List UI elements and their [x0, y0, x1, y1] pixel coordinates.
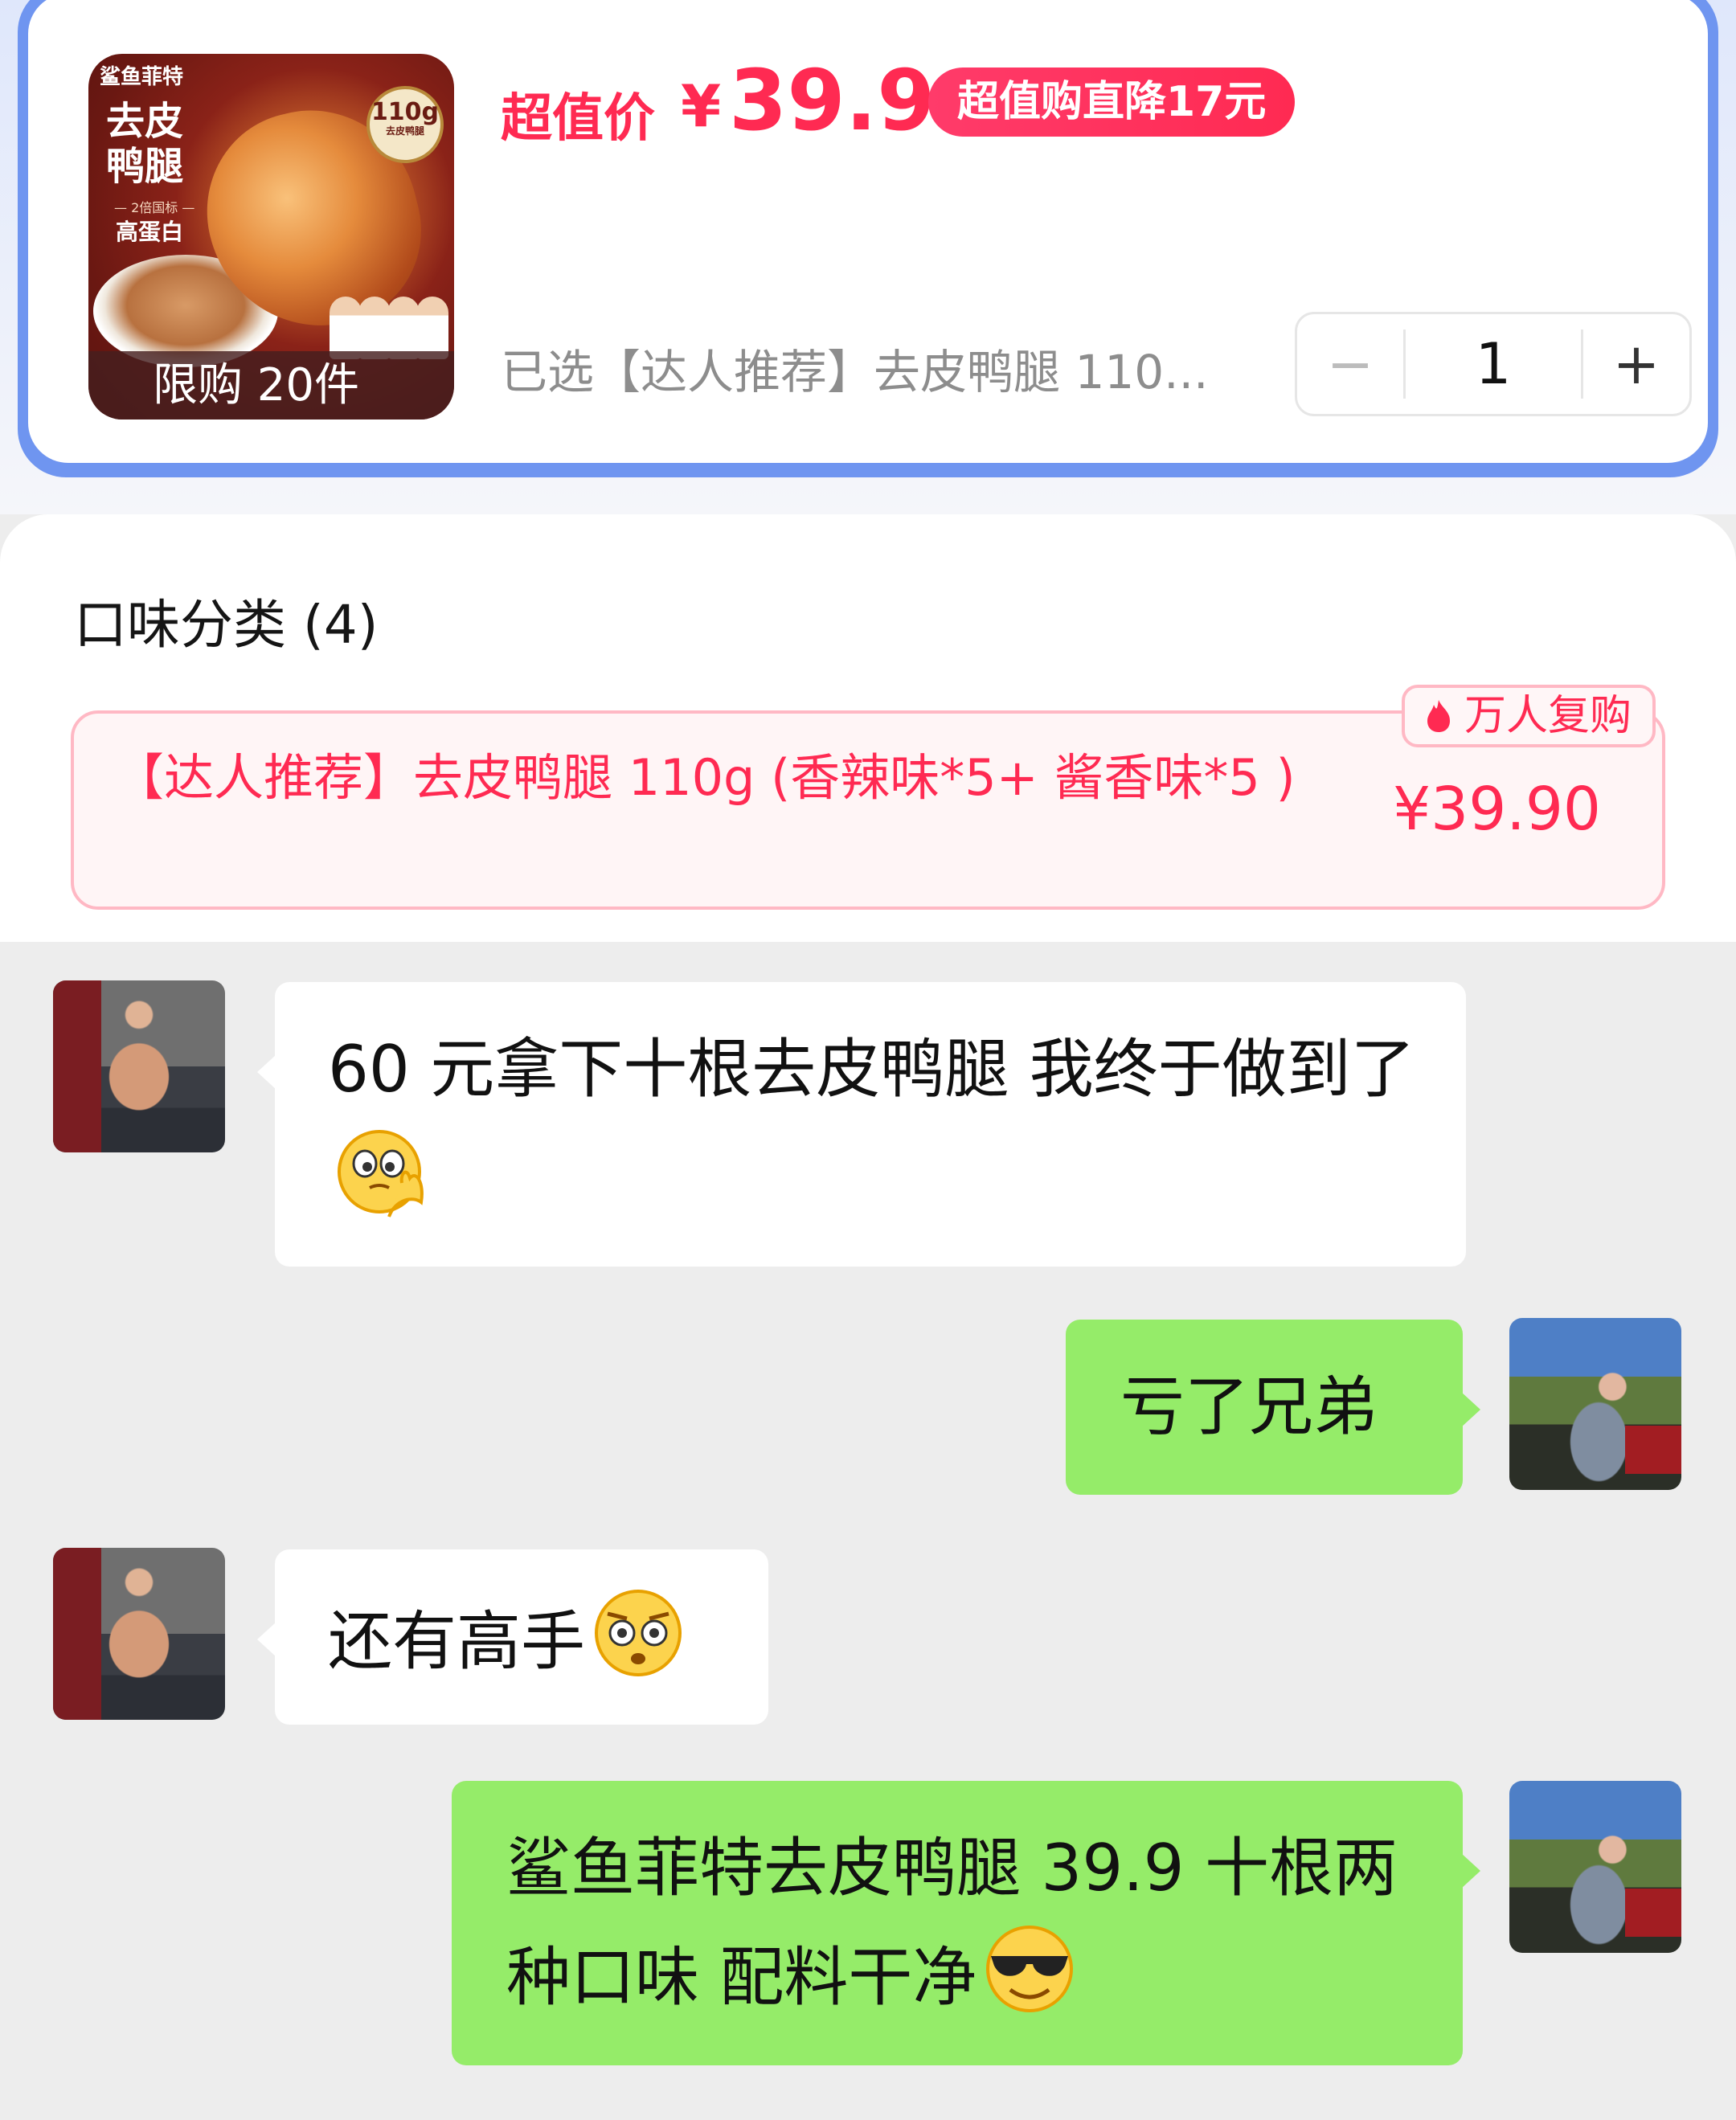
- message-bubble[interactable]: 还有高手: [257, 1549, 768, 1725]
- quantity-stepper: − 1 +: [1295, 312, 1692, 416]
- message-text: 60 元拿下十根去皮鸭腿 我终于做到了: [328, 1032, 1415, 1107]
- avatar[interactable]: [1509, 1781, 1681, 1953]
- decrease-quantity-button[interactable]: −: [1297, 314, 1403, 414]
- message-text: 亏了兄弟: [1120, 1369, 1378, 1444]
- selected-variant-text: 已选【达人推荐】去皮鸭腿 110...: [501, 345, 1209, 399]
- discount-badge: 超值购直降17元: [928, 68, 1296, 137]
- weight-badge-value: 110g: [371, 98, 440, 126]
- thumbnail-brand: 鲨鱼菲特: [100, 65, 184, 89]
- flavor-category-title: 口味分类 (4): [74, 594, 379, 656]
- avatar[interactable]: [1509, 1318, 1681, 1490]
- repurchase-badge: 万人复购: [1402, 685, 1656, 747]
- increase-quantity-button[interactable]: +: [1583, 314, 1689, 414]
- weight-badge-sub: 去皮鸭腿: [385, 125, 424, 137]
- currency-symbol: ¥: [681, 72, 722, 140]
- chat-area: 60 元拿下十根去皮鸭腿 我终于做到了 亏了兄弟 还有高手 鲨鱼菲特去皮鸭腿 3…: [0, 942, 1736, 2120]
- variant-price: ¥39.90: [1393, 775, 1601, 844]
- purchase-limit-label: 限购 20件: [88, 351, 454, 419]
- product-card: 鲨鱼菲特 去皮鸭腿 — 2倍国标 — 高蛋白 110g 去皮鸭腿 限购 20件 …: [18, 0, 1718, 477]
- flushed-face-icon: [595, 1590, 682, 1676]
- variant-name: 【达人推荐】去皮鸭腿 110g (香辣味*5+ 酱香味*5 ): [114, 748, 1296, 807]
- sunglasses-face-icon: [986, 1926, 1074, 2012]
- product-thumbnail[interactable]: 鲨鱼菲特 去皮鸭腿 — 2倍国标 — 高蛋白 110g 去皮鸭腿 限购 20件: [88, 54, 454, 419]
- message-text: 还有高手: [328, 1604, 585, 1679]
- thumbnail-product-name: 去皮鸭腿: [106, 99, 184, 189]
- thumbnail-protein: 高蛋白: [116, 219, 184, 245]
- message-bubble[interactable]: 60 元拿下十根去皮鸭腿 我终于做到了: [257, 982, 1466, 1267]
- chefs-image: [330, 292, 450, 359]
- quantity-value[interactable]: 1: [1406, 331, 1581, 397]
- weight-badge: 110g 去皮鸭腿: [366, 86, 444, 163]
- avatar[interactable]: [53, 980, 225, 1152]
- thumbnail-standard: — 2倍国标 —: [114, 200, 195, 215]
- repurchase-badge-label: 万人复购: [1464, 692, 1632, 740]
- message-bubble[interactable]: 鲨鱼菲特去皮鸭腿 39.9 十根两种口味 配料干净: [452, 1781, 1480, 2065]
- product-price: 39.9: [729, 51, 936, 149]
- product-card-inner: 鲨鱼菲特 去皮鸭腿 — 2倍国标 — 高蛋白 110g 去皮鸭腿 限购 20件 …: [28, 0, 1708, 463]
- message-text: 鲨鱼菲特去皮鸭腿 39.9 十根两种口味 配料干净: [506, 1831, 1398, 2015]
- fire-icon: [1427, 700, 1450, 732]
- message-bubble[interactable]: 亏了兄弟: [1066, 1320, 1480, 1495]
- flavor-options-section: 口味分类 (4) 【达人推荐】去皮鸭腿 110g (香辣味*5+ 酱香味*5 )…: [0, 514, 1736, 942]
- avatar[interactable]: [53, 1548, 225, 1720]
- thinking-face-icon: [338, 1130, 424, 1218]
- price-label: 超值价: [501, 89, 655, 149]
